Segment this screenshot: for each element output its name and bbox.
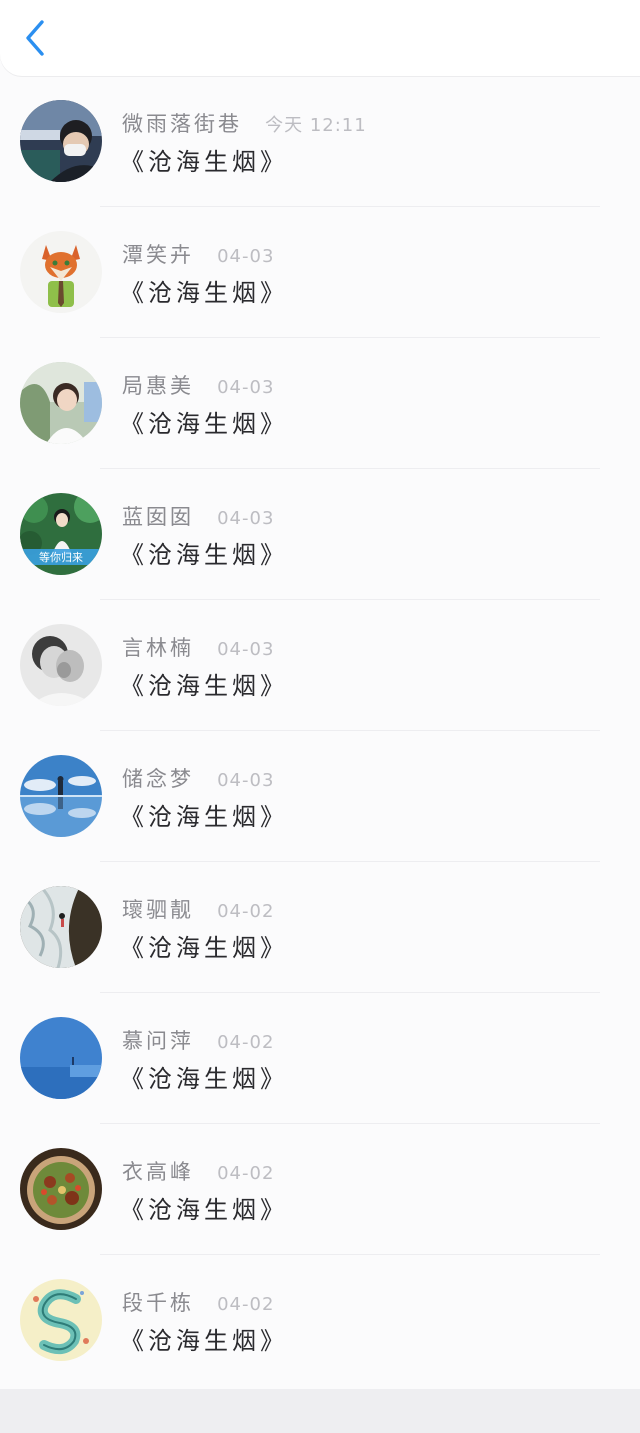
list-item[interactable]: 储念梦 04-03 《沧海生烟》 (0, 731, 640, 862)
message-preview: 《沧海生烟》 (120, 803, 288, 831)
message-meta: 局惠美 04-03 (122, 370, 274, 398)
avatar[interactable] (20, 100, 102, 182)
list-item[interactable]: 段千栋 04-02 《沧海生烟》 (0, 1255, 640, 1386)
message-preview: 《沧海生烟》 (120, 410, 288, 438)
list-item[interactable]: 慕问萍 04-02 《沧海生烟》 (0, 993, 640, 1124)
message-meta: 言林楠 04-03 (122, 632, 274, 660)
message-meta: 段千栋 04-02 (122, 1287, 274, 1315)
message-time: 04-03 (217, 377, 275, 398)
avatar[interactable] (20, 231, 102, 313)
message-time: 04-03 (217, 770, 275, 791)
message-preview: 《沧海生烟》 (120, 1065, 288, 1093)
message-time: 今天 12:11 (265, 115, 367, 136)
list-item[interactable]: 衣高峰 04-02 《沧海生烟》 (0, 1124, 640, 1255)
sender-name: 储念梦 (122, 767, 194, 791)
sender-name: 瓌驷靓 (122, 898, 194, 922)
avatar-photo-icon (20, 362, 102, 444)
message-preview: 《沧海生烟》 (120, 148, 288, 176)
message-time: 04-02 (217, 1163, 275, 1184)
list-item[interactable]: 言林楠 04-03 《沧海生烟》 (0, 600, 640, 731)
avatar-photo-icon (20, 100, 102, 182)
avatar-photo-icon (20, 886, 102, 968)
sender-name: 衣高峰 (122, 1160, 194, 1184)
bottom-area (0, 1389, 640, 1433)
avatar[interactable] (20, 1017, 102, 1099)
message-meta: 衣高峰 04-02 (122, 1156, 274, 1184)
message-list: 微雨落街巷 今天 12:11 《沧海生烟》 潭笑卉 04-03 《沧海生烟》 局… (0, 76, 640, 1386)
message-time: 04-03 (217, 639, 275, 660)
message-meta: 潭笑卉 04-03 (122, 239, 274, 267)
avatar-photo-icon (20, 755, 102, 837)
message-time: 04-03 (217, 246, 275, 267)
avatar-caption: 等你归来 (39, 550, 83, 564)
sender-name: 段千栋 (122, 1291, 194, 1315)
avatar[interactable] (20, 362, 102, 444)
sender-name: 言林楠 (122, 636, 194, 660)
avatar-photo-icon: 等你归来 (20, 493, 102, 575)
message-meta: 瓌驷靓 04-02 (122, 894, 274, 922)
message-meta: 慕问萍 04-02 (122, 1025, 274, 1053)
avatar[interactable]: 等你归来 (20, 493, 102, 575)
message-preview: 《沧海生烟》 (120, 279, 288, 307)
list-item[interactable]: 等你归来 蓝囡囡 04-03 《沧海生烟》 (0, 469, 640, 600)
message-time: 04-02 (217, 1032, 275, 1053)
message-preview: 《沧海生烟》 (120, 541, 288, 569)
message-preview: 《沧海生烟》 (120, 934, 288, 962)
avatar[interactable] (20, 886, 102, 968)
message-preview: 《沧海生烟》 (120, 1327, 288, 1355)
top-bar (0, 0, 640, 76)
avatar[interactable] (20, 755, 102, 837)
back-button[interactable] (18, 16, 58, 60)
message-meta: 微雨落街巷 今天 12:11 (122, 108, 367, 136)
list-item[interactable]: 潭笑卉 04-03 《沧海生烟》 (0, 207, 640, 338)
sender-name: 潭笑卉 (122, 243, 194, 267)
sender-name: 微雨落街巷 (122, 112, 242, 136)
message-list-screen: 微雨落街巷 今天 12:11 《沧海生烟》 潭笑卉 04-03 《沧海生烟》 局… (0, 0, 640, 1433)
avatar[interactable] (20, 624, 102, 706)
message-preview: 《沧海生烟》 (120, 1196, 288, 1224)
avatar-food-icon (20, 1148, 102, 1230)
sender-name: 蓝囡囡 (122, 505, 194, 529)
message-time: 04-02 (217, 901, 275, 922)
list-item[interactable]: 瓌驷靓 04-02 《沧海生烟》 (0, 862, 640, 993)
avatar-letter-s-icon (20, 1279, 102, 1361)
list-item[interactable]: 微雨落街巷 今天 12:11 《沧海生烟》 (0, 76, 640, 207)
avatar[interactable] (20, 1148, 102, 1230)
message-meta: 储念梦 04-03 (122, 763, 274, 791)
message-preview: 《沧海生烟》 (120, 672, 288, 700)
avatar-photo-icon (20, 624, 102, 706)
avatar-photo-icon (20, 1017, 102, 1099)
sender-name: 局惠美 (122, 374, 194, 398)
list-item[interactable]: 局惠美 04-03 《沧海生烟》 (0, 338, 640, 469)
message-time: 04-02 (217, 1294, 275, 1315)
chevron-left-icon (26, 20, 44, 56)
message-time: 04-03 (217, 508, 275, 529)
sender-name: 慕问萍 (122, 1029, 194, 1053)
avatar-fox-icon (20, 231, 102, 313)
avatar[interactable] (20, 1279, 102, 1361)
message-meta: 蓝囡囡 04-03 (122, 501, 274, 529)
